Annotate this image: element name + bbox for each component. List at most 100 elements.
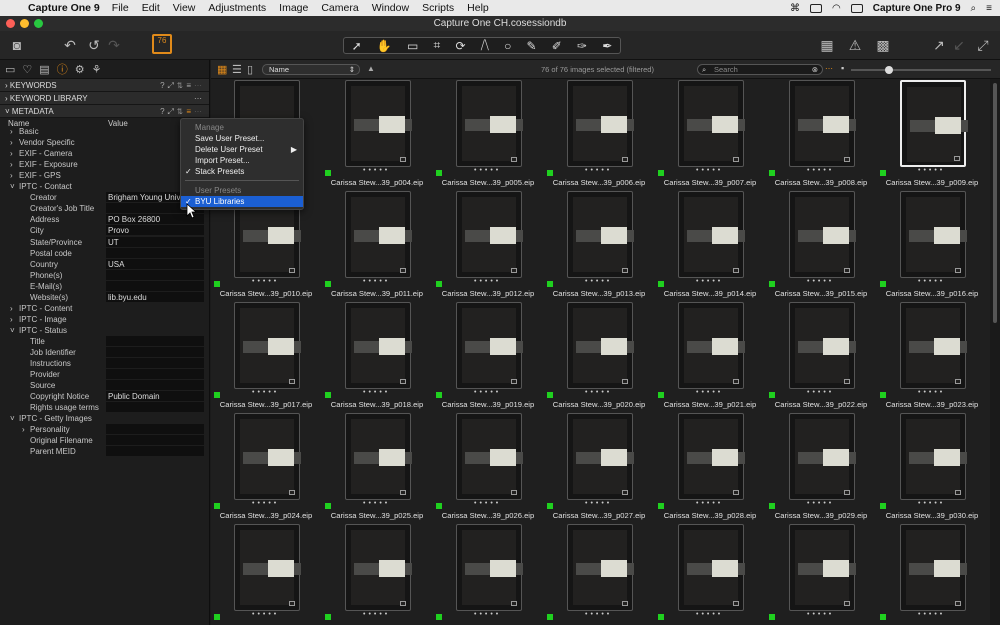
rating-dots[interactable]: ••••• [918, 500, 945, 507]
thumbnail-frame[interactable] [789, 302, 856, 389]
color-tag[interactable] [436, 392, 442, 398]
color-tag[interactable] [880, 614, 886, 620]
color-tag[interactable] [880, 392, 886, 398]
thumbnail-frame[interactable] [345, 524, 412, 611]
settings-tab-icon[interactable]: ⚙ [75, 63, 85, 76]
thumbnail-frame[interactable] [234, 302, 301, 389]
library-tab-icon[interactable]: ▭ [5, 63, 15, 76]
field-value-input[interactable] [106, 424, 204, 435]
metadata-field[interactable]: City Provo [0, 225, 205, 236]
color-tag[interactable] [769, 614, 775, 620]
metadata-group[interactable]: › Vendor Specific [0, 137, 205, 148]
thumbnail-frame[interactable] [234, 413, 301, 500]
field-value-input[interactable] [106, 358, 204, 369]
rating-dots[interactable]: ••••• [252, 500, 279, 507]
thumbnail[interactable]: ••••• Carissa Stew...39_p026.eip [434, 413, 534, 525]
rating-dots[interactable]: ••••• [474, 500, 501, 507]
thumbnail[interactable]: ••••• Carissa Stew...39_p027.eip [545, 413, 645, 525]
menu-item[interactable]: Save User Preset... [181, 133, 303, 144]
thumbnail[interactable]: ••••• Carissa Stew...39_p007.eip [656, 80, 756, 192]
status-icon[interactable]: ⌘ [790, 3, 800, 14]
thumbnail-frame[interactable] [789, 413, 856, 500]
wifi-icon[interactable]: ◠ [832, 3, 841, 14]
rating-dots[interactable]: ••••• [363, 389, 390, 396]
color-tag[interactable] [547, 281, 553, 287]
section-tools-icon[interactable]: ?⤢⇅≡⋯ [160, 79, 205, 92]
grid-view-icon[interactable]: ▦ [217, 63, 227, 76]
color-tag[interactable] [880, 170, 886, 176]
field-value-input[interactable] [106, 269, 204, 280]
thumbnail-frame[interactable] [567, 413, 634, 500]
color-tag[interactable] [214, 392, 220, 398]
output-tab-icon[interactable]: ▤ [39, 63, 49, 76]
grid-icon[interactable]: ▩ [874, 36, 892, 54]
thumbnail[interactable]: ••••• Carissa Stew...39_p017.eip [212, 302, 312, 414]
field-value-input[interactable]: Provo [106, 225, 204, 236]
rating-dots[interactable]: ••••• [807, 167, 834, 174]
metadata-group[interactable]: ˅ IPTC - Contact [0, 181, 205, 192]
thumbnail-frame[interactable] [900, 413, 967, 500]
metadata-field[interactable]: Address PO Box 26800 [0, 214, 205, 225]
copy-adjustments-icon[interactable]: ↗ [930, 36, 948, 54]
rating-dots[interactable]: ••••• [363, 500, 390, 507]
metadata-group[interactable]: › IPTC - Image [0, 314, 205, 325]
annotate-tool-icon[interactable]: ✒ [602, 39, 612, 53]
fullscreen-icon[interactable]: ⤢ [974, 36, 992, 54]
thumbnail-frame[interactable] [678, 302, 745, 389]
color-tag[interactable] [880, 281, 886, 287]
metadata-group[interactable]: › Basic [0, 126, 205, 137]
metadata-field[interactable]: Source [0, 380, 205, 391]
reset-icon[interactable]: ↺ [86, 36, 102, 54]
metadata-field[interactable]: Original Filename [0, 435, 205, 446]
thumbnail-frame[interactable] [900, 191, 967, 278]
favorite-tab-icon[interactable]: ♡ [22, 63, 32, 76]
field-value-input[interactable] [106, 347, 204, 357]
thumbnail[interactable]: ••••• Carissa Stew...39_p018.eip [323, 302, 423, 414]
thumbnail[interactable]: ••••• Carissa Stew...39_p029.eip [767, 413, 867, 525]
thumbnail[interactable]: ••••• Carissa Stew...39_p005.eip [434, 80, 534, 192]
select-tool-icon[interactable]: ➚ [352, 39, 362, 53]
color-tag[interactable] [214, 281, 220, 287]
thumbnail[interactable]: ••••• Carissa Stew...39_p015.eip [767, 191, 867, 303]
thumbnail-frame[interactable] [345, 302, 412, 389]
zoom-window-button[interactable] [34, 19, 43, 28]
menu-item[interactable]: ✓ Stack Presets [181, 166, 303, 177]
field-value-input[interactable] [106, 280, 204, 291]
disclosure-icon[interactable]: › [10, 126, 13, 137]
thumbnail-frame[interactable] [900, 302, 967, 389]
display-icon[interactable] [810, 3, 822, 13]
rating-dots[interactable]: ••••• [918, 611, 945, 618]
menu-item[interactable]: ✓ BYU Libraries [181, 196, 303, 207]
thumbnail[interactable]: ••••• [545, 524, 634, 625]
color-tag[interactable] [214, 614, 220, 620]
color-tag[interactable] [769, 281, 775, 287]
thumbnail-frame[interactable] [456, 524, 523, 611]
rating-dots[interactable]: ••••• [252, 389, 279, 396]
thumbnail-size-slider[interactable] [851, 66, 991, 74]
import-badge[interactable]: 76 [152, 34, 172, 54]
disclosure-icon[interactable]: ˅ [10, 181, 15, 192]
field-value-input[interactable]: lib.byu.edu [106, 291, 204, 302]
color-tag[interactable] [547, 614, 553, 620]
close-window-button[interactable] [6, 19, 15, 28]
rating-dots[interactable]: ••••• [252, 278, 279, 285]
menu-window[interactable]: Window [372, 2, 409, 14]
menu-image[interactable]: Image [279, 2, 308, 14]
color-tag[interactable] [325, 170, 331, 176]
thumbnail-frame[interactable] [900, 80, 968, 167]
thumbnail[interactable]: ••••• Carissa Stew...39_p004.eip [323, 80, 423, 192]
undo-icon[interactable]: ↶ [62, 36, 78, 54]
metadata-group[interactable]: ˅ IPTC - Status [0, 325, 205, 336]
thumbnail-frame[interactable] [345, 191, 412, 278]
thumbnail-frame[interactable] [567, 524, 634, 611]
color-tag[interactable] [658, 503, 664, 509]
metadata-field[interactable]: Title [0, 335, 205, 347]
rating-dots[interactable]: ••••• [585, 500, 612, 507]
rating-dots[interactable]: ••••• [696, 278, 723, 285]
preset-menu-icon[interactable]: ≡ [186, 107, 194, 116]
thumbnail[interactable]: ••••• Carissa Stew...39_p022.eip [767, 302, 867, 414]
rating-dots[interactable]: ••••• [585, 167, 612, 174]
rating-dots[interactable]: ••••• [807, 500, 834, 507]
rating-dots[interactable]: ••••• [696, 167, 723, 174]
color-tag[interactable] [658, 281, 664, 287]
